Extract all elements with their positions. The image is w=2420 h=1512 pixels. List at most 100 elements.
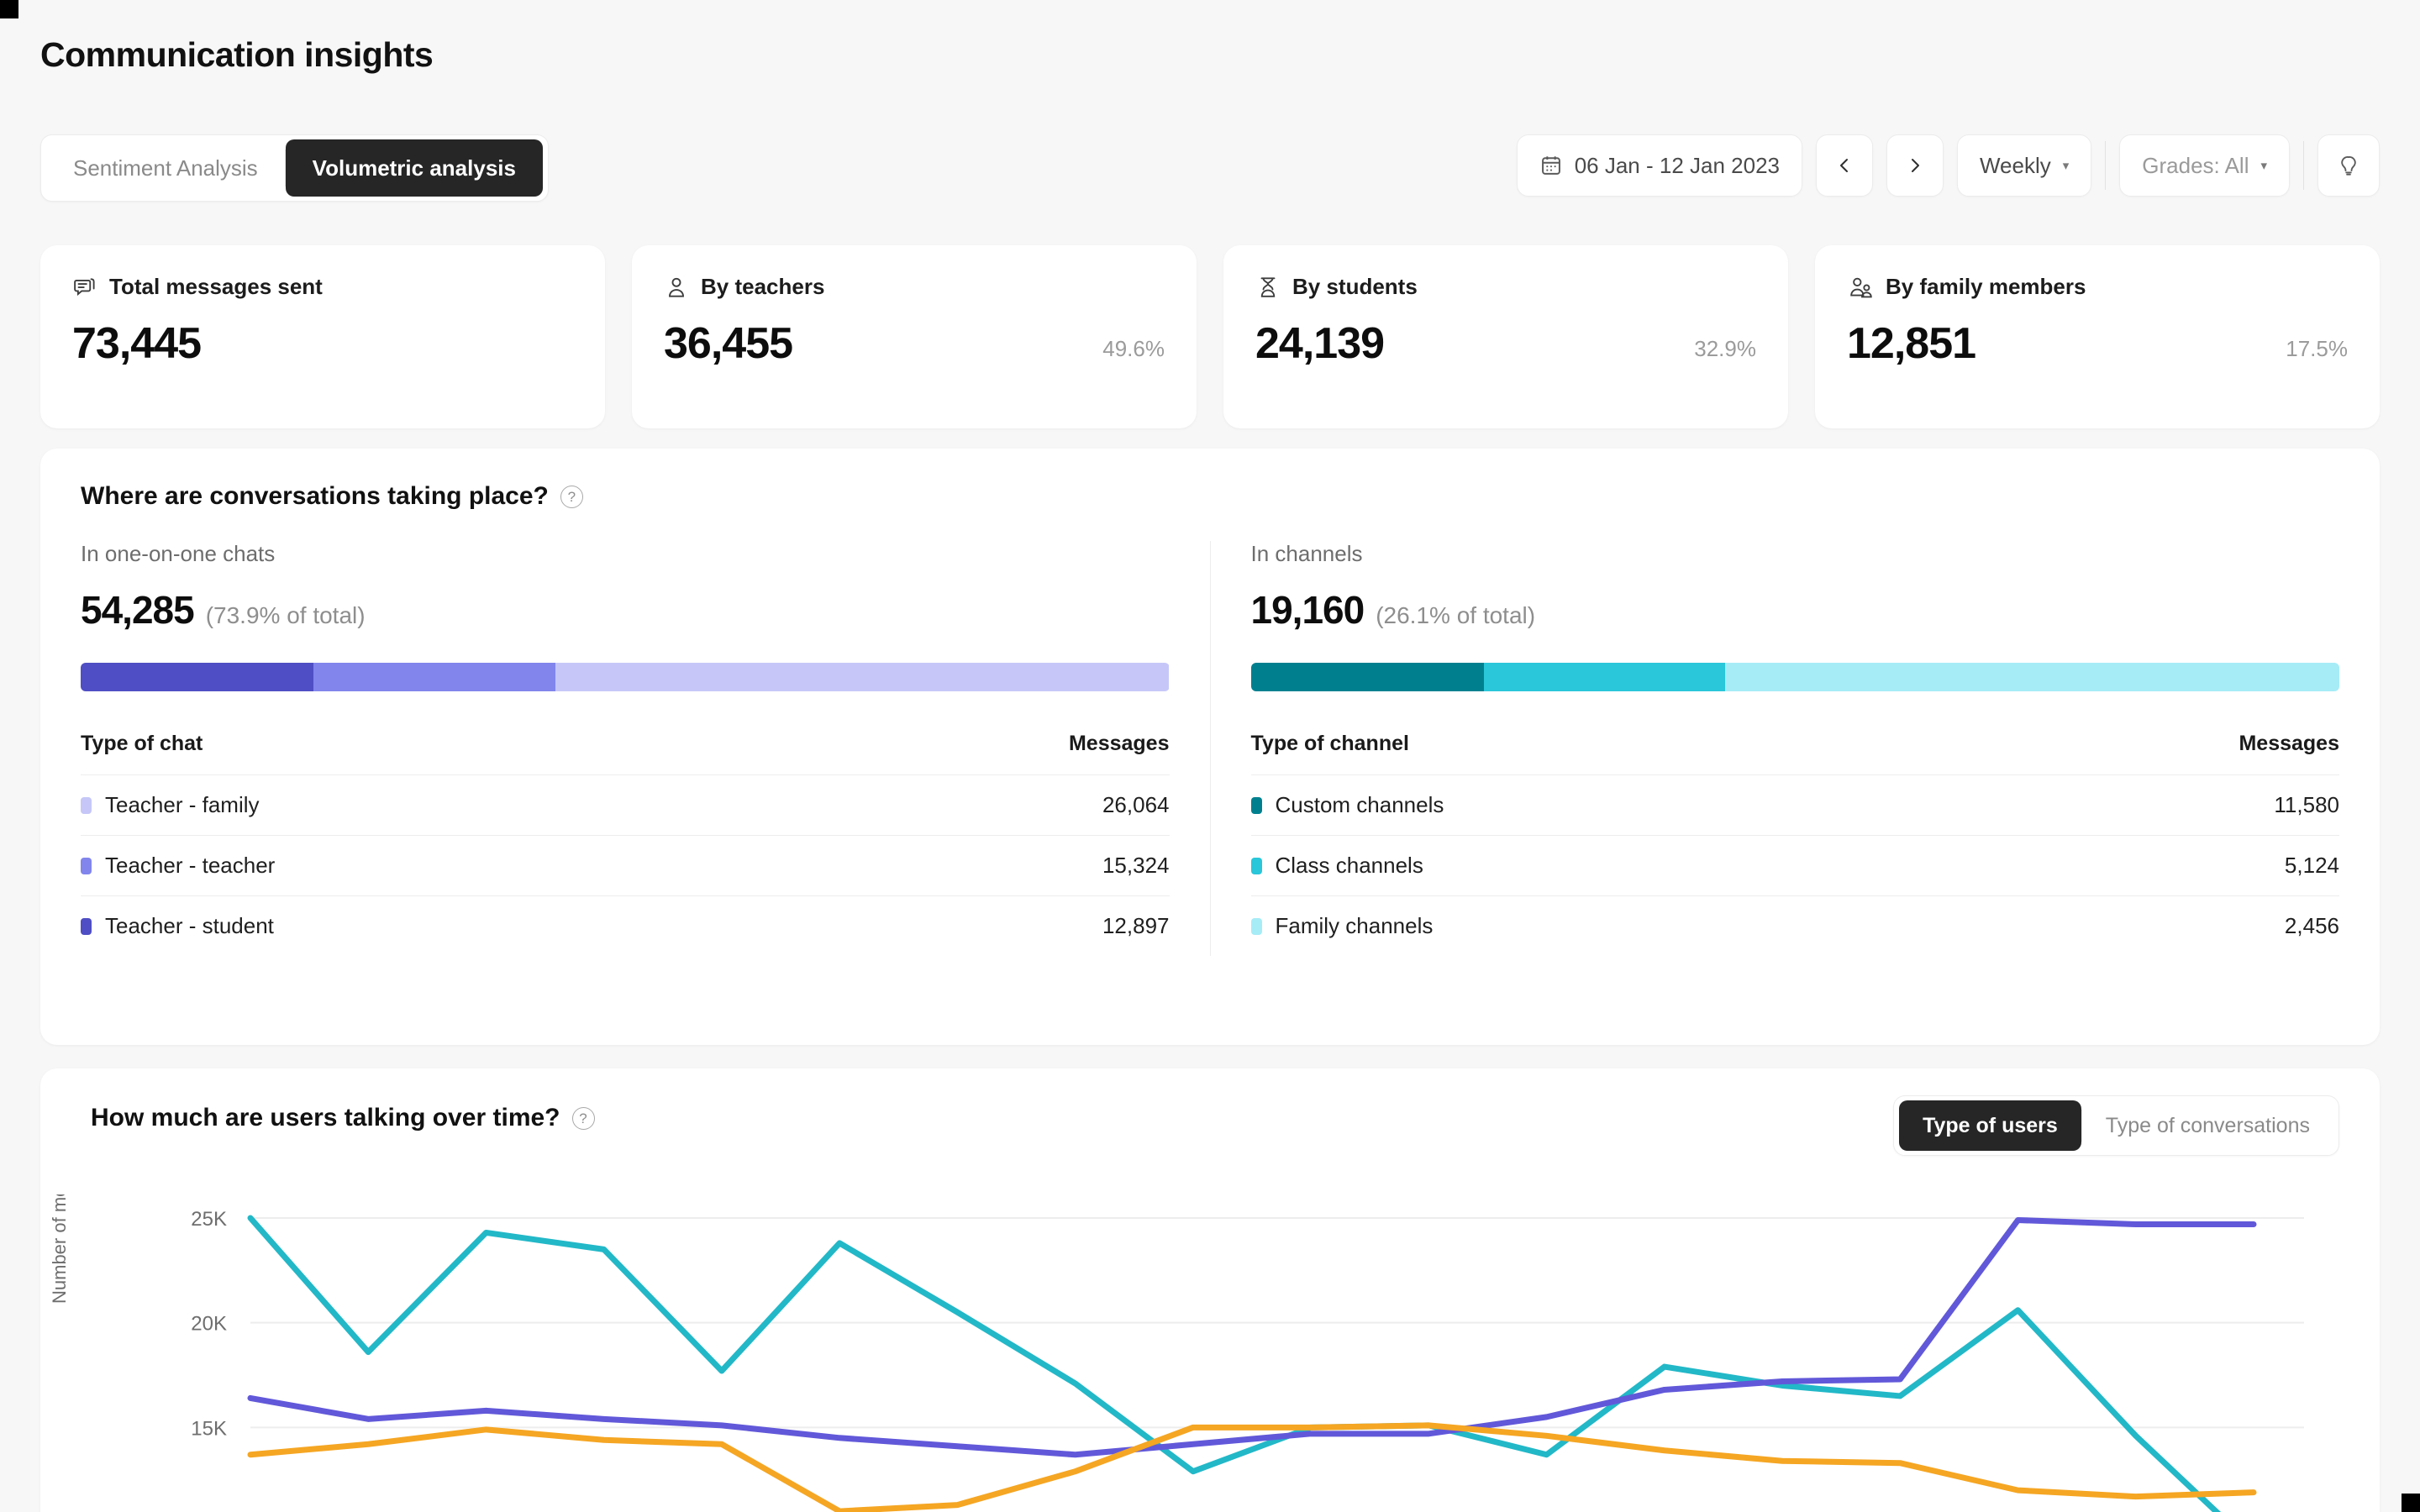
analysis-tab-group: Sentiment Analysis Volumetric analysis	[40, 134, 549, 202]
one-on-one-amount: 54,285	[81, 587, 194, 633]
table-row: Teacher - family 26,064	[81, 774, 1170, 835]
stat-cards-row: Total messages sent 73,445 By teachers 3…	[40, 245, 2380, 428]
stat-card-percent: 17.5%	[2286, 336, 2348, 369]
calendar-icon	[1539, 154, 1563, 177]
svg-text:20K: 20K	[191, 1313, 227, 1336]
bar-segment	[555, 663, 1170, 691]
stat-card-value: 73,445	[72, 318, 201, 369]
timeline-panel-header: How much are users talking over time? ?	[91, 1104, 595, 1132]
legend-swatch	[1251, 858, 1262, 874]
row-label: Custom channels	[1276, 792, 1444, 818]
previous-period-button[interactable]	[1816, 134, 1873, 197]
row-value: 2,456	[2285, 913, 2339, 939]
one-on-one-subtitle: In one-on-one chats	[81, 541, 1170, 567]
toolbar-controls: 06 Jan - 12 Jan 2023 Weekly ▾ Grades: Al…	[1517, 134, 2380, 197]
conversations-panel-title: Where are conversations taking place?	[81, 482, 549, 511]
timeline-panel: How much are users talking over time? ? …	[40, 1068, 2380, 1512]
one-on-one-stacked-bar	[81, 663, 1170, 691]
column-header-type: Type of chat	[81, 732, 203, 756]
corner-marker-top-left	[0, 0, 18, 18]
bar-segment	[1251, 663, 1484, 691]
one-on-one-amount-row: 54,285 (73.9% of total)	[81, 587, 1170, 633]
stat-card-percent: 49.6%	[1102, 336, 1165, 369]
row-label: Teacher - family	[105, 792, 260, 818]
chevron-left-icon	[1834, 155, 1854, 176]
legend-swatch	[81, 918, 92, 935]
chat-types-table: Type of chat Messages Teacher - family 2…	[81, 732, 1170, 956]
channels-amount: 19,160	[1251, 587, 1365, 633]
period-select[interactable]: Weekly ▾	[1957, 134, 2091, 197]
channels-stacked-bar	[1251, 663, 2340, 691]
channel-types-table: Type of channel Messages Custom channels…	[1251, 732, 2340, 956]
bar-segment	[313, 663, 555, 691]
grades-select-value: Grades: All	[2142, 153, 2249, 179]
help-circle-icon[interactable]: ?	[560, 486, 583, 508]
student-icon	[1255, 275, 1281, 300]
help-circle-icon[interactable]: ?	[572, 1107, 595, 1130]
stat-card-header: By teachers	[664, 274, 1165, 300]
stat-card-value: 12,851	[1847, 318, 1975, 369]
toggle-type-of-conversations[interactable]: Type of conversations	[2082, 1100, 2333, 1151]
row-label-cell: Family channels	[1251, 913, 1434, 939]
row-label-cell: Teacher - teacher	[81, 853, 275, 879]
stat-card-body: 36,455 49.6%	[664, 318, 1165, 369]
stat-card-label: By teachers	[701, 274, 824, 300]
channels-amount-row: 19,160 (26.1% of total)	[1251, 587, 2340, 633]
chevron-down-icon: ▾	[2260, 158, 2267, 173]
timeline-panel-title: How much are users talking over time?	[91, 1104, 560, 1132]
svg-text:15K: 15K	[191, 1417, 227, 1440]
row-value: 26,064	[1102, 792, 1170, 818]
stat-card-body: 12,851 17.5%	[1847, 318, 2348, 369]
one-on-one-of-total: (73.9% of total)	[206, 602, 366, 629]
stat-card-by-teachers: By teachers 36,455 49.6%	[632, 245, 1197, 428]
row-label-cell: Class channels	[1251, 853, 1423, 879]
stat-card-header: By family members	[1847, 274, 2348, 300]
row-label: Class channels	[1276, 853, 1423, 879]
table-row: Family channels 2,456	[1251, 895, 2340, 956]
page-title: Communication insights	[40, 35, 433, 75]
conversations-panel-header: Where are conversations taking place? ?	[81, 482, 583, 511]
stat-card-by-family-members: By family members 12,851 17.5%	[1815, 245, 2380, 428]
row-value: 15,324	[1102, 853, 1170, 879]
date-range-value: 06 Jan - 12 Jan 2023	[1575, 153, 1780, 179]
bar-segment	[1725, 663, 2339, 691]
tab-sentiment-analysis[interactable]: Sentiment Analysis	[46, 139, 285, 197]
bar-segment	[1484, 663, 1726, 691]
stat-card-header: Total messages sent	[72, 274, 573, 300]
tab-volumetric-analysis[interactable]: Volumetric analysis	[286, 139, 543, 197]
stat-card-body: 24,139 32.9%	[1255, 318, 1756, 369]
stat-card-total-messages: Total messages sent 73,445	[40, 245, 605, 428]
bar-segment	[81, 663, 313, 691]
svg-text:25K: 25K	[191, 1208, 227, 1231]
chat-bubble-icon	[72, 275, 97, 300]
chevron-right-icon	[1905, 155, 1925, 176]
stat-card-header: By students	[1255, 274, 1756, 300]
stat-card-label: By family members	[1886, 274, 2086, 300]
row-label: Teacher - teacher	[105, 853, 275, 879]
conversations-columns: In one-on-one chats 54,285 (73.9% of tot…	[40, 541, 2380, 956]
stat-card-label: By students	[1292, 274, 1418, 300]
grades-select[interactable]: Grades: All ▾	[2119, 134, 2290, 197]
stat-card-label: Total messages sent	[109, 274, 323, 300]
period-select-value: Weekly	[1980, 153, 2051, 179]
chart-view-toggle: Type of users Type of conversations	[1893, 1095, 2339, 1156]
toolbar-divider	[2303, 141, 2304, 190]
toggle-type-of-users[interactable]: Type of users	[1899, 1100, 2081, 1151]
date-range-picker[interactable]: 06 Jan - 12 Jan 2023	[1517, 134, 1802, 197]
next-period-button[interactable]	[1886, 134, 1944, 197]
line-chart[interactable]: Number of messages sent 10K15K20K25K	[40, 1194, 2380, 1512]
table-header: Type of channel Messages	[1251, 732, 2340, 774]
conversations-panel: Where are conversations taking place? ? …	[40, 449, 2380, 1045]
toolbar: Sentiment Analysis Volumetric analysis 0…	[0, 134, 2420, 208]
table-row: Teacher - student 12,897	[81, 895, 1170, 956]
insights-button[interactable]	[2317, 134, 2380, 197]
channels-of-total: (26.1% of total)	[1376, 602, 1535, 629]
one-on-one-chats-column: In one-on-one chats 54,285 (73.9% of tot…	[40, 541, 1210, 956]
chart-canvas: 10K15K20K25K	[40, 1194, 2380, 1512]
chevron-down-icon: ▾	[2063, 158, 2070, 173]
column-header-type: Type of channel	[1251, 732, 1409, 756]
toolbar-divider	[2105, 141, 2106, 190]
legend-swatch	[1251, 797, 1262, 814]
row-label-cell: Custom channels	[1251, 792, 1444, 818]
lightbulb-icon	[2337, 154, 2360, 177]
